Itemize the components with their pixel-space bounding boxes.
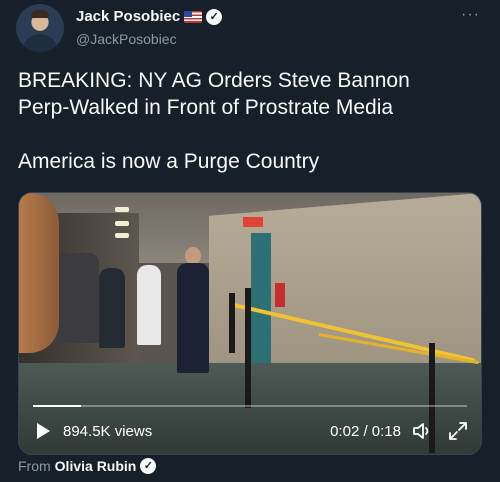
- source-prefix: From: [18, 458, 51, 474]
- video-scene-light: [115, 207, 129, 212]
- video-scene-stanchion: [245, 288, 251, 408]
- more-options-icon[interactable]: ···: [461, 6, 480, 24]
- source-name[interactable]: Olivia Rubin: [55, 458, 137, 474]
- tweet-header: Jack Posobiec ✓ @JackPosobiec ···: [16, 4, 488, 56]
- avatar-hair: [31, 10, 49, 18]
- video-scene-light: [115, 233, 129, 238]
- video-progress-bar[interactable]: [33, 405, 467, 407]
- video-time: 0:02 / 0:18: [330, 423, 401, 440]
- play-icon[interactable]: [37, 423, 50, 439]
- video-scene-door: [251, 233, 271, 363]
- video-scene-light: [115, 221, 129, 226]
- volume-icon[interactable]: [411, 420, 433, 442]
- view-count: 894.5K views: [63, 423, 153, 440]
- author-handle[interactable]: @JackPosobiec: [76, 31, 177, 47]
- avatar-suit: [22, 34, 58, 52]
- video-scene-officer: [137, 265, 161, 345]
- fullscreen-icon[interactable]: [447, 420, 469, 442]
- verified-badge-icon: ✓: [140, 458, 157, 474]
- author-name-row: Jack Posobiec ✓: [76, 8, 223, 25]
- video-scene-officer: [99, 268, 125, 348]
- us-flag-icon: [184, 10, 203, 23]
- video-controls: 894.5K views 0:02 / 0:18: [19, 418, 481, 448]
- avatar[interactable]: [16, 4, 64, 52]
- video-scene-stanchion: [229, 293, 235, 353]
- verified-badge-icon: ✓: [206, 8, 223, 25]
- video-scene-foreground-blur: [19, 193, 59, 353]
- video-source: From Olivia Rubin ✓: [18, 458, 157, 474]
- video-progress-fill: [33, 405, 81, 407]
- tweet-text: BREAKING: NY AG Orders Steve Bannon Perp…: [18, 69, 410, 173]
- video-scene-fire-alarm: [275, 283, 285, 307]
- video-scene-exit-sign: [243, 217, 263, 227]
- video-scene-man: [177, 263, 209, 373]
- video-player[interactable]: 894.5K views 0:02 / 0:18: [18, 192, 482, 455]
- author-name[interactable]: Jack Posobiec: [76, 8, 180, 25]
